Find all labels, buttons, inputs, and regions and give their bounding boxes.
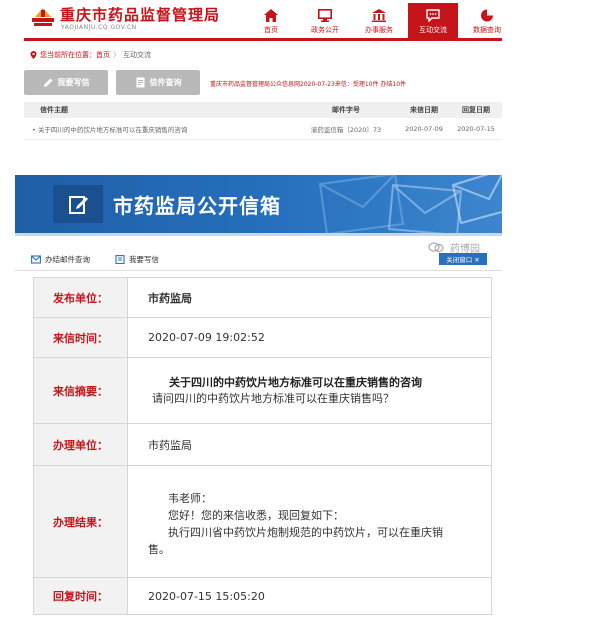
write-letter-button[interactable]: 我要写信 bbox=[24, 70, 108, 95]
nav-gov-open[interactable]: 政务公开 bbox=[300, 3, 350, 38]
query-letter-label: 信件查询 bbox=[149, 78, 182, 87]
nav-home-label: 首页 bbox=[264, 26, 278, 34]
abstract-body: 请问四川的中药饮片地方标准可以在重庆销售吗？ bbox=[152, 391, 394, 405]
breadcrumb-current: 互动交流 bbox=[123, 51, 151, 59]
closed-mail-query-label: 办结邮件查询 bbox=[45, 255, 90, 264]
nav-data-query[interactable]: 数据查询 bbox=[462, 3, 512, 38]
mailbox-banner: 市药监局公开信箱 bbox=[15, 175, 502, 233]
table-row[interactable]: • 关于四川的中药饮片地方标准可以在重庆销售的咨询 渝药监信箱〔2020〕73 … bbox=[24, 118, 502, 140]
breadcrumb-separator: 〉 bbox=[113, 51, 120, 59]
abstract-label: 来信摘要： bbox=[33, 357, 128, 424]
col-replied: 回复日期 bbox=[462, 106, 490, 114]
emblem-logo-icon bbox=[32, 8, 54, 26]
time-label: 来信时间： bbox=[33, 317, 128, 358]
col-subject: 信件主题 bbox=[40, 106, 68, 114]
nav-services-label: 办事服务 bbox=[365, 26, 393, 34]
close-window-button[interactable]: 关闭窗口 ✕ bbox=[439, 253, 487, 265]
pie-chart-icon bbox=[481, 9, 493, 22]
result-line: 韦老师： bbox=[168, 491, 212, 505]
site-title[interactable]: 重庆市药品监督管理局 bbox=[60, 4, 220, 25]
breadcrumb: 您当前所在位置： 首页 〉 互动交流 bbox=[30, 50, 151, 60]
form-icon bbox=[115, 255, 125, 264]
document-icon bbox=[136, 77, 144, 88]
watermark-logo-icon bbox=[428, 242, 444, 253]
closed-mail-query-link[interactable]: 办结邮件查询 bbox=[31, 254, 90, 265]
result-line: 售。 bbox=[148, 542, 170, 556]
mail-icon bbox=[31, 255, 41, 264]
row-sent: 2020-07-09 bbox=[405, 124, 443, 133]
row-number: 渝药监信箱〔2020〕73 bbox=[310, 125, 382, 134]
detail-row-time: 来信时间： 2020-07-09 19:02:52 bbox=[33, 317, 492, 358]
nav-data-query-label: 数据查询 bbox=[473, 26, 501, 34]
site-header: 重庆市药品监督管理局 YAOJIANJU.CQ.GOV.CN 首页 政务公开 办… bbox=[24, 0, 502, 38]
site-domain: YAOJIANJU.CQ.GOV.CN bbox=[61, 24, 137, 31]
result-line: 您好！您的来信收悉，现回复如下： bbox=[168, 508, 344, 522]
unit-value: 市药监局 bbox=[127, 277, 492, 318]
nav-interaction-label: 互动交流 bbox=[419, 26, 447, 34]
envelope-decoration-icon bbox=[451, 175, 502, 225]
office-label: 办理单位： bbox=[33, 423, 128, 466]
location-pin-icon bbox=[30, 51, 37, 59]
office-value: 市药监局 bbox=[127, 423, 492, 466]
col-number: 邮件字号 bbox=[332, 106, 360, 114]
write-letter-label: 我要写信 bbox=[57, 78, 90, 87]
letters-table-header: 信件主题 邮件字号 来信日期 回复日期 bbox=[24, 102, 502, 118]
row-subject[interactable]: • 关于四川的中药饮片地方标准可以在重庆销售的咨询 bbox=[24, 124, 294, 134]
write-letter-link[interactable]: 我要写信 bbox=[115, 254, 159, 265]
nav-services[interactable]: 办事服务 bbox=[354, 3, 404, 38]
row-replied: 2020-07-15 bbox=[457, 124, 495, 133]
mailbox-title: 市药监局公开信箱 bbox=[113, 194, 281, 218]
breadcrumb-home[interactable]: 首页 bbox=[96, 50, 110, 60]
unit-label: 发布单位： bbox=[33, 277, 128, 318]
banner-underline bbox=[15, 233, 502, 236]
reply-value: 2020-07-15 15:05:20 bbox=[127, 577, 492, 615]
statistics-notice: 重庆市药品监督管理局公众信息网2020-07-23来信：受理10件 办结10件 bbox=[210, 81, 407, 88]
monitor-icon bbox=[318, 9, 332, 22]
breadcrumb-prefix: 您当前所在位置： bbox=[40, 51, 96, 59]
result-cell: 韦老师： 您好！您的来信收悉，现回复如下： 执行四川省中药饮片炮制规范的中药饮片… bbox=[127, 465, 492, 578]
chat-icon bbox=[426, 9, 440, 22]
pencil-icon bbox=[43, 78, 52, 87]
detail-row-office: 办理单位： 市药监局 bbox=[33, 423, 492, 466]
abstract-title: 关于四川的中药饮片地方标准可以在重庆销售的咨询 bbox=[169, 375, 422, 389]
abstract-cell: 关于四川的中药饮片地方标准可以在重庆销售的咨询 请问四川的中药饮片地方标准可以在… bbox=[127, 357, 492, 424]
time-value: 2020-07-09 19:02:52 bbox=[127, 317, 492, 358]
nav-interaction[interactable]: 互动交流 bbox=[408, 3, 458, 38]
write-letter-link-label: 我要写信 bbox=[129, 255, 159, 264]
nav-home[interactable]: 首页 bbox=[246, 3, 296, 38]
detail-row-abstract: 来信摘要： 关于四川的中药饮片地方标准可以在重庆销售的咨询 请问四川的中药饮片地… bbox=[33, 357, 492, 424]
detail-row-result: 办理结果： 韦老师： 您好！您的来信收悉，现回复如下： 执行四川省中药饮片炮制规… bbox=[33, 465, 492, 578]
detail-row-unit: 发布单位： 市药监局 bbox=[33, 277, 492, 318]
header-divider bbox=[24, 38, 502, 41]
result-line: 执行四川省中药饮片炮制规范的中药饮片，可以在重庆销 bbox=[168, 525, 443, 539]
home-icon bbox=[264, 9, 278, 22]
result-label: 办理结果： bbox=[33, 465, 128, 578]
reply-label: 回复时间： bbox=[33, 577, 128, 615]
letter-detail-table: 发布单位： 市药监局 来信时间： 2020-07-09 19:02:52 来信摘… bbox=[33, 277, 492, 615]
nav-gov-open-label: 政务公开 bbox=[311, 26, 339, 34]
building-icon bbox=[372, 9, 386, 22]
detail-row-reply: 回复时间： 2020-07-15 15:05:20 bbox=[33, 577, 492, 615]
letters-table: 信件主题 邮件字号 来信日期 回复日期 • 关于四川的中药饮片地方标准可以在重庆… bbox=[24, 102, 502, 140]
col-sent: 来信日期 bbox=[410, 106, 438, 114]
write-note-icon bbox=[69, 196, 88, 214]
main-nav: 首页 政务公开 办事服务 互动交流 数据查询 bbox=[246, 3, 516, 38]
query-letter-button[interactable]: 信件查询 bbox=[116, 70, 200, 95]
